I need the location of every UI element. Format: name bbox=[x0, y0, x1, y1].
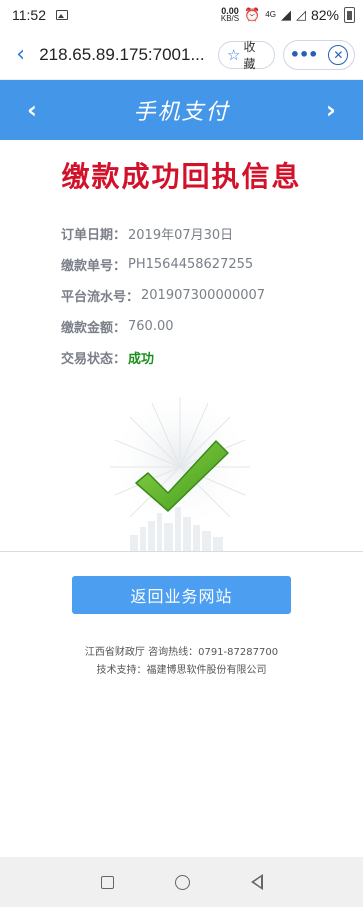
info-label: 缴款金额： bbox=[61, 321, 127, 336]
footer-support: 技术支持：福建博思软件股份有限公司 bbox=[96, 665, 267, 676]
forward-arrow-icon[interactable]: › bbox=[319, 96, 343, 124]
info-label: 订单日期： bbox=[61, 228, 127, 243]
info-row-order-date: 订单日期： 2019年07月30日 bbox=[61, 218, 341, 249]
success-graphic bbox=[90, 395, 270, 555]
more-icon[interactable]: ••• bbox=[290, 45, 319, 64]
info-value: 760.00 bbox=[128, 319, 174, 334]
back-chevron-icon[interactable]: ‹ bbox=[8, 40, 33, 70]
return-to-site-button[interactable]: 返回业务网站 bbox=[72, 576, 291, 614]
nav-square-icon[interactable] bbox=[100, 875, 114, 889]
info-row-serial-no: 平台流水号： 201907300000007 bbox=[61, 280, 341, 311]
divider bbox=[0, 551, 363, 552]
signal-icon-2: ◿ bbox=[295, 7, 306, 23]
info-label: 平台流水号： bbox=[61, 290, 140, 305]
status-time: 11:52 bbox=[12, 7, 46, 23]
info-row-status: 交易状态： 成功 bbox=[61, 342, 341, 373]
nav-back-icon[interactable] bbox=[250, 874, 263, 890]
receipt-title: 缴款成功回执信息 bbox=[61, 160, 302, 193]
net-speed-unit: KB/S bbox=[220, 14, 240, 23]
screen: 11:52 0.00 KB/S ⏰ 4G ◢ ◿ 82% ‹ 218.65.89… bbox=[0, 0, 363, 907]
info-label: 交易状态： bbox=[61, 352, 127, 367]
network-type: 4G bbox=[265, 10, 276, 19]
signal-icon: ◢ bbox=[280, 7, 291, 23]
info-value: 201907300000007 bbox=[141, 288, 266, 303]
checkmark-icon bbox=[108, 395, 252, 551]
status-value: 成功 bbox=[128, 352, 155, 367]
favorite-button[interactable]: ☆ 收藏 bbox=[217, 39, 276, 71]
favorite-label: 收藏 bbox=[243, 39, 256, 71]
info-value: 2019年07月30日 bbox=[128, 228, 234, 243]
close-circle-icon[interactable]: ✕ bbox=[328, 44, 349, 65]
page-header: ‹ 手机支付 › bbox=[0, 80, 363, 140]
info-label: 缴款单号： bbox=[61, 259, 127, 274]
status-right: 0.00 KB/S ⏰ 4G ◢ ◿ 82% bbox=[221, 7, 355, 23]
footer-hotline: 江西省财政厅 咨询热线：0791-87287700 bbox=[84, 647, 279, 658]
system-nav-bar bbox=[0, 857, 363, 907]
info-row-amount: 缴款金额： 760.00 bbox=[61, 311, 341, 342]
info-row-payment-no: 缴款单号： PH1564458627255 bbox=[61, 249, 341, 280]
receipt-info-list: 订单日期： 2019年07月30日 缴款单号： PH1564458627255 … bbox=[61, 218, 341, 373]
status-bar: 11:52 0.00 KB/S ⏰ 4G ◢ ◿ 82% bbox=[0, 0, 363, 30]
alarm-icon: ⏰ bbox=[244, 7, 261, 23]
footer: 江西省财政厅 咨询热线：0791-87287700 技术支持：福建博思软件股份有… bbox=[0, 644, 363, 680]
star-icon: ☆ bbox=[226, 45, 241, 64]
battery-icon bbox=[344, 7, 355, 23]
url-text[interactable]: 218.65.89.175:7001... bbox=[39, 45, 204, 65]
menu-pill: ••• ✕ bbox=[283, 39, 355, 70]
net-speed: 0.00 KB/S bbox=[221, 7, 239, 23]
battery-percent: 82% bbox=[310, 7, 339, 23]
nav-home-icon[interactable] bbox=[174, 874, 190, 890]
back-arrow-icon[interactable]: ‹ bbox=[20, 96, 44, 124]
gallery-icon bbox=[56, 10, 68, 20]
page-title: 手机支付 bbox=[133, 100, 230, 125]
info-value: PH1564458627255 bbox=[128, 257, 254, 272]
browser-address-bar: ‹ 218.65.89.175:7001... ☆ 收藏 ••• ✕ bbox=[0, 30, 363, 80]
